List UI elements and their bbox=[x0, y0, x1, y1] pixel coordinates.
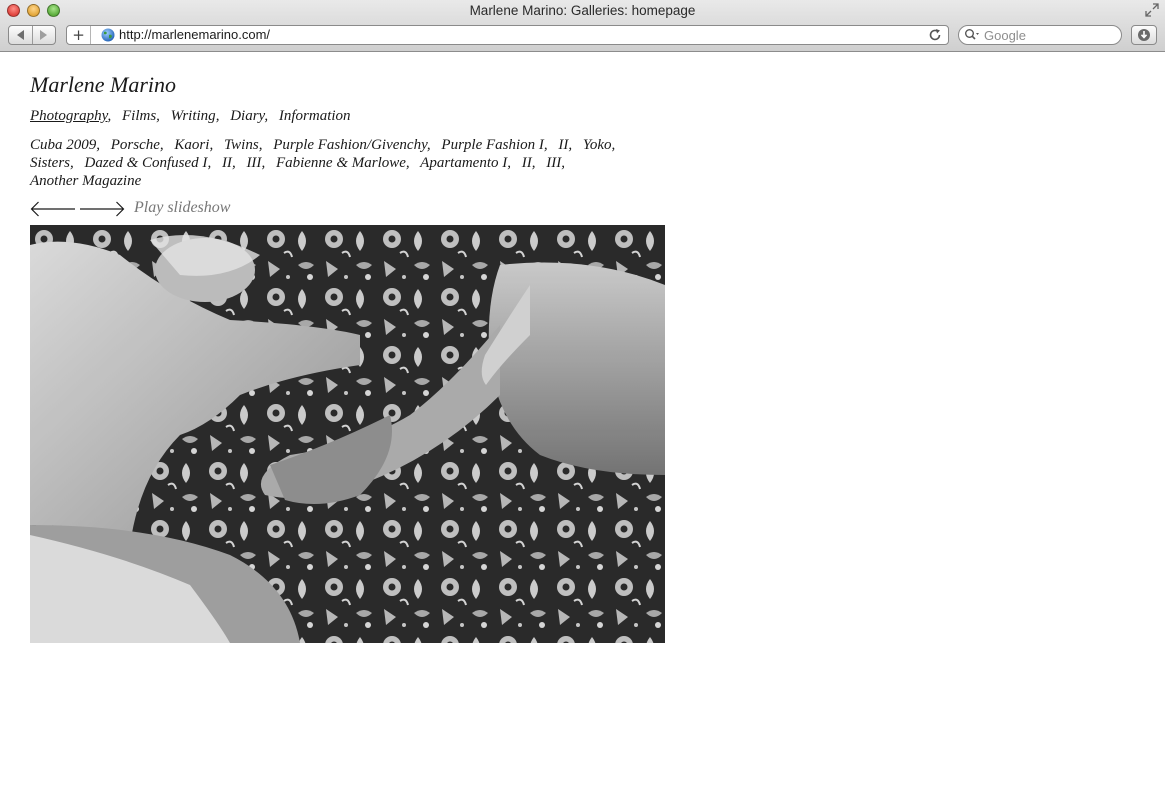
gallery-link[interactable]: Another Magazine bbox=[30, 173, 141, 189]
previous-arrow-icon[interactable] bbox=[30, 200, 76, 218]
gallery-link[interactable]: Kaori bbox=[174, 137, 209, 153]
window-title: Marlene Marino: Galleries: homepage bbox=[469, 3, 696, 18]
search-box[interactable] bbox=[958, 25, 1122, 45]
photo-illustration bbox=[30, 225, 665, 643]
nav-separator: , bbox=[264, 108, 269, 124]
gallery-separator: , bbox=[531, 155, 536, 171]
gallery-link[interactable]: Twins bbox=[224, 137, 259, 153]
gallery-separator: , bbox=[543, 137, 548, 153]
title-bar: Marlene Marino: Galleries: homepage bbox=[0, 0, 1165, 22]
history-nav-buttons bbox=[8, 25, 56, 45]
gallery-link[interactable]: II bbox=[222, 155, 232, 171]
gallery-link[interactable]: III bbox=[246, 155, 261, 171]
forward-button[interactable] bbox=[31, 26, 55, 44]
gallery-separator: , bbox=[568, 137, 573, 153]
downloads-button[interactable] bbox=[1131, 25, 1157, 45]
nav-writing[interactable]: Writing bbox=[171, 108, 216, 124]
gallery-separator: , bbox=[159, 137, 164, 153]
gallery-separator: , bbox=[261, 155, 266, 171]
reload-icon[interactable] bbox=[928, 28, 942, 42]
gallery-link[interactable]: Fabienne & Marlowe bbox=[276, 155, 406, 171]
gallery-separator: , bbox=[209, 137, 214, 153]
gallery-separator: , bbox=[231, 155, 236, 171]
nav-information[interactable]: Information bbox=[279, 108, 351, 124]
gallery-link[interactable]: Cuba 2009 bbox=[30, 137, 96, 153]
gallery-link[interactable]: Purple Fashion I bbox=[441, 137, 544, 153]
forward-arrow-icon bbox=[40, 30, 48, 40]
address-bar[interactable]: + http://marlenemarino.com/ bbox=[66, 25, 949, 45]
gallery-separator: , bbox=[207, 155, 212, 171]
main-nav: Photography, Films, Writing, Diary, Info… bbox=[30, 108, 351, 125]
gallery-link[interactable]: Porsche bbox=[111, 137, 160, 153]
nav-separator: , bbox=[156, 108, 160, 124]
gallery-link[interactable]: Purple Fashion/Givenchy bbox=[273, 137, 427, 153]
nav-separator: , bbox=[107, 108, 112, 124]
gallery-separator: , bbox=[258, 137, 263, 153]
globe-icon bbox=[101, 28, 115, 42]
gallery-separator: , bbox=[426, 137, 431, 153]
nav-photography[interactable]: Photography bbox=[30, 108, 108, 124]
gallery-link[interactable]: II bbox=[558, 137, 568, 153]
url-text[interactable]: http://marlenemarino.com/ bbox=[119, 27, 270, 42]
back-button[interactable] bbox=[9, 26, 32, 44]
gallery-link[interactable]: III bbox=[546, 155, 561, 171]
nav-diary[interactable]: Diary bbox=[230, 108, 264, 124]
gallery-separator: , bbox=[561, 155, 565, 171]
search-input[interactable] bbox=[984, 27, 1114, 43]
gallery-separator: , bbox=[70, 155, 74, 171]
back-arrow-icon bbox=[16, 30, 24, 40]
browser-chrome: Marlene Marino: Galleries: homepage + ht… bbox=[0, 0, 1165, 52]
gallery-list: Cuba 2009, Porsche, Kaori, Twins, Purple… bbox=[30, 136, 670, 190]
slideshow-controls: Play slideshow bbox=[30, 198, 290, 220]
gallery-separator: , bbox=[507, 155, 511, 171]
nav-separator: , bbox=[215, 108, 220, 124]
gallery-link[interactable]: Sisters bbox=[30, 155, 70, 171]
nav-films[interactable]: Films bbox=[122, 108, 156, 124]
site-title[interactable]: Marlene Marino bbox=[30, 72, 176, 98]
next-arrow-icon[interactable] bbox=[79, 200, 125, 218]
new-tab-button[interactable]: + bbox=[67, 26, 91, 44]
gallery-separator: , bbox=[405, 155, 410, 171]
gallery-photo[interactable] bbox=[30, 225, 665, 643]
gallery-link[interactable]: Yoko bbox=[583, 137, 612, 153]
gallery-link[interactable]: Dazed & Confused I bbox=[85, 155, 208, 171]
fullscreen-icon[interactable] bbox=[1145, 3, 1159, 17]
browser-toolbar: + http://marlenemarino.com/ bbox=[0, 22, 1165, 52]
gallery-link[interactable]: Apartamento I bbox=[420, 155, 507, 171]
play-slideshow-link[interactable]: Play slideshow bbox=[134, 199, 230, 217]
download-icon bbox=[1138, 29, 1150, 41]
gallery-separator: , bbox=[611, 137, 616, 153]
gallery-link[interactable]: II bbox=[522, 155, 532, 171]
search-icon bbox=[965, 29, 979, 40]
gallery-separator: , bbox=[96, 137, 101, 153]
